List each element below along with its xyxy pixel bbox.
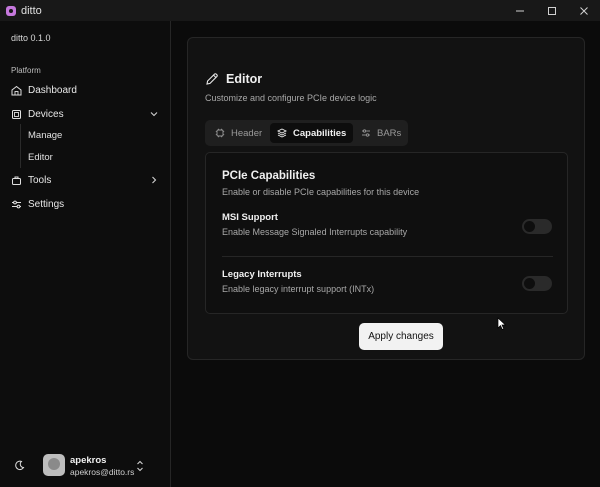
app-version: ditto 0.1.0: [11, 33, 51, 43]
bars-icon: [361, 128, 371, 138]
sidebar-item-label: Devices: [28, 108, 64, 120]
legacy-interrupts-toggle[interactable]: [522, 276, 552, 291]
avatar[interactable]: [43, 454, 65, 476]
app-icon: [6, 5, 16, 16]
window-title: ditto: [21, 4, 42, 17]
sidebar-item-dashboard[interactable]: Dashboard: [11, 81, 161, 99]
layers-icon: [277, 128, 287, 138]
sidebar-group-label: Platform: [11, 66, 41, 75]
section-subtitle: Enable or disable PCIe capabilities for …: [222, 187, 420, 197]
minimize-button[interactable]: [504, 0, 536, 21]
tools-icon: [11, 175, 22, 186]
dashboard-icon: [11, 85, 22, 96]
close-button[interactable]: [568, 0, 600, 21]
sidebar-subitem-editor[interactable]: Editor: [28, 149, 53, 165]
sidebar: ditto 0.1.0 Platform Dashboard Devices M…: [0, 21, 171, 487]
header-icon: [215, 128, 225, 138]
tab-label: BARs: [377, 127, 402, 139]
user-email[interactable]: apekros@ditto.rs: [70, 467, 134, 477]
moon-icon: [14, 460, 24, 470]
theme-toggle-button[interactable]: [8, 454, 30, 476]
sidebar-item-label: Settings: [28, 198, 65, 210]
chevron-up-down-icon[interactable]: [135, 459, 145, 473]
msi-support-toggle[interactable]: [522, 219, 552, 234]
close-icon: [580, 6, 588, 15]
tab-header[interactable]: Header: [208, 123, 269, 143]
setting-title-msi: MSI Support: [222, 212, 278, 223]
user-name[interactable]: apekros: [70, 455, 106, 466]
setting-description-legacy: Enable legacy interrupt support (INTx): [222, 284, 375, 294]
chevron-right-icon: [152, 176, 157, 184]
tab-capabilities[interactable]: Capabilities: [270, 123, 354, 143]
minimize-icon: [516, 10, 524, 11]
mouse-cursor-icon: [497, 317, 507, 330]
sidebar-item-tools[interactable]: Tools: [11, 171, 161, 189]
page-title: Editor: [226, 72, 263, 86]
maximize-button[interactable]: [536, 0, 568, 21]
divider: [222, 256, 553, 257]
editor-card: Editor Customize and configure PCIe devi…: [187, 37, 585, 360]
sidebar-item-label: Dashboard: [28, 84, 77, 96]
settings-icon: [11, 199, 22, 210]
setting-description-msi: Enable Message Signaled Interrupts capab…: [222, 227, 408, 237]
sidebar-item-devices[interactable]: Devices: [11, 105, 161, 123]
tab-bar: Header Capabilities BARs: [205, 120, 408, 146]
capabilities-panel: PCIe Capabilities Enable or disable PCIe…: [205, 152, 568, 314]
tab-bars[interactable]: BARs: [354, 123, 408, 143]
devices-icon: [11, 109, 22, 120]
chevron-down-icon: [150, 112, 158, 117]
section-title: PCIe Capabilities: [222, 170, 316, 182]
sidebar-item-label: Tools: [28, 174, 52, 186]
page-subtitle: Customize and configure PCIe device logi…: [205, 93, 377, 103]
submenu-rail: [20, 124, 21, 168]
main-content: Editor Customize and configure PCIe devi…: [172, 21, 600, 487]
tab-label: Header: [231, 127, 263, 139]
setting-title-legacy: Legacy Interrupts: [222, 269, 302, 280]
sidebar-subitem-manage[interactable]: Manage: [28, 127, 62, 143]
tab-label: Capabilities: [293, 127, 347, 139]
sidebar-item-settings[interactable]: Settings: [11, 195, 161, 213]
apply-changes-button[interactable]: Apply changes: [359, 323, 443, 350]
title-bar: ditto: [0, 0, 600, 21]
maximize-icon: [548, 6, 556, 15]
window-controls: [504, 0, 600, 21]
pencil-icon: [206, 73, 218, 85]
